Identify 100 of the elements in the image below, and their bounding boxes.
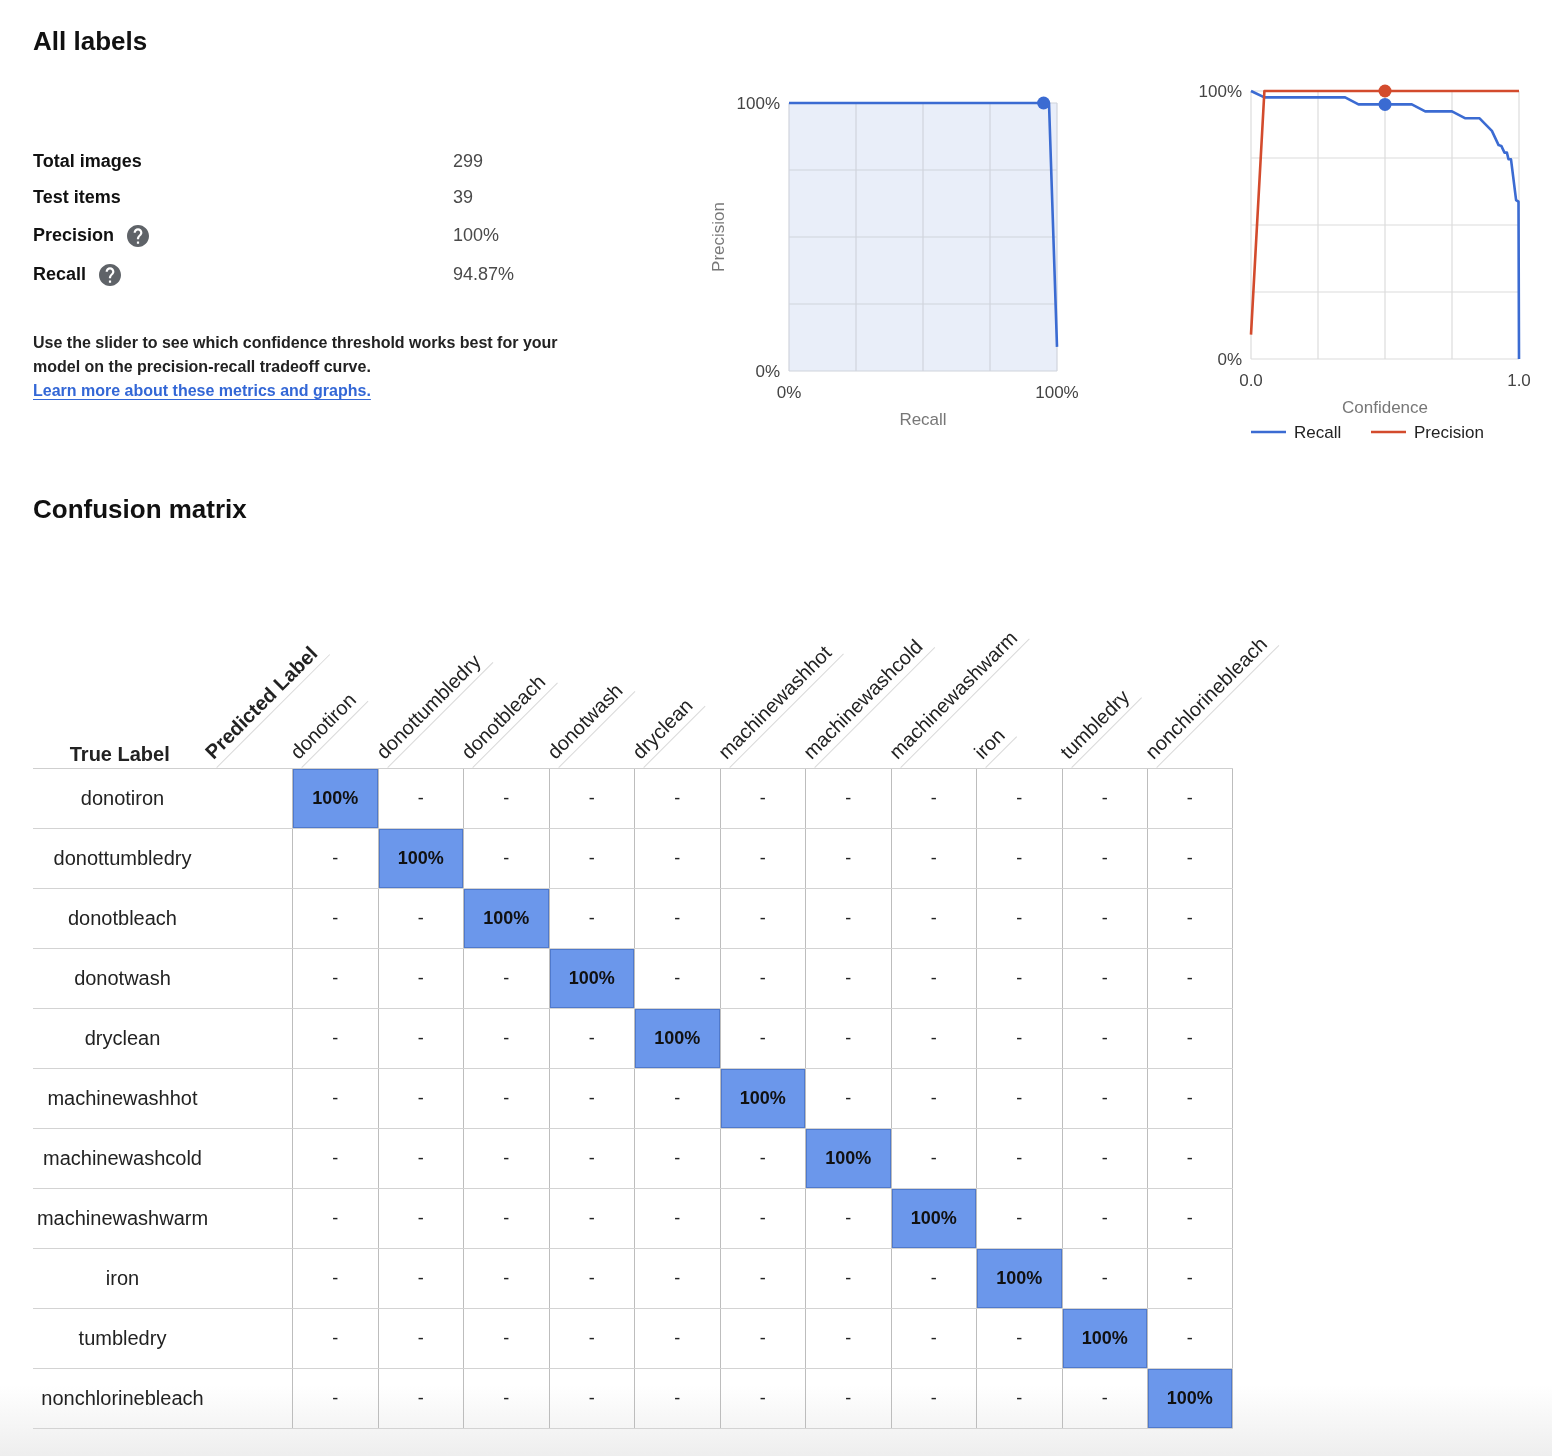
dot-marker-icon[interactable]: [1037, 96, 1051, 110]
matrix-cell: -: [890, 829, 976, 888]
matrix-cell: -: [634, 1129, 720, 1188]
matrix-cell: -: [292, 829, 378, 888]
axis-tick-label: 0%: [776, 383, 802, 402]
matrix-cell: -: [805, 1369, 891, 1428]
matrix-cell: 100%: [292, 769, 378, 828]
matrix-cell: -: [1147, 949, 1233, 1008]
matrix-cell: -: [719, 769, 805, 828]
matrix-cell: -: [463, 1309, 549, 1368]
matrix-cell: -: [634, 769, 720, 828]
section-title: All labels: [33, 25, 149, 57]
matrix-cell: -: [463, 1009, 549, 1068]
row-header: donotbleach: [67, 906, 178, 931]
matrix-cell: -: [292, 889, 378, 948]
matrix-cell: -: [1147, 889, 1233, 948]
matrix-cell: -: [890, 1069, 976, 1128]
matrix-cell: -: [890, 769, 976, 828]
matrix-cell: -: [1061, 1189, 1147, 1248]
legend-label: Precision: [1414, 423, 1484, 442]
matrix-cell: -: [890, 889, 976, 948]
matrix-cell: -: [377, 1009, 463, 1068]
row-header: iron: [104, 1266, 141, 1291]
matrix-cell: -: [1061, 1249, 1147, 1308]
matrix-cell: -: [548, 1129, 634, 1188]
matrix-cell: -: [719, 1249, 805, 1308]
matrix-cell: -: [1147, 769, 1233, 828]
row-header: nonchlorinebleach: [40, 1386, 205, 1411]
row-header: tumbledry: [77, 1326, 168, 1351]
matrix-cell: -: [1147, 1249, 1233, 1308]
axis-tick-label: 0.0: [1239, 371, 1263, 390]
axis-title: Confidence: [1342, 398, 1428, 417]
section-title: Confusion matrix: [33, 493, 247, 525]
axis-title: Precision: [709, 202, 728, 272]
matrix-cell: -: [292, 1009, 378, 1068]
metric-label: Total images: [33, 150, 142, 172]
matrix-cell: -: [548, 1189, 634, 1248]
axis-tick-label: 0%: [755, 362, 780, 381]
matrix-cell: -: [1061, 1069, 1147, 1128]
metric-value: 39: [453, 186, 474, 208]
matrix-cell: -: [463, 1369, 549, 1428]
row-header: dryclean: [83, 1026, 162, 1051]
matrix-cell: -: [634, 1249, 720, 1308]
matrix-cell: -: [634, 1069, 720, 1128]
matrix-cell: -: [548, 1249, 634, 1308]
matrix-cell: -: [976, 829, 1062, 888]
matrix-cell: -: [548, 1309, 634, 1368]
matrix-cell: -: [377, 1129, 463, 1188]
matrix-cell: -: [805, 769, 891, 828]
matrix-cell: -: [719, 1189, 805, 1248]
dot-marker-icon[interactable]: [1378, 84, 1392, 98]
matrix-cell: -: [805, 1009, 891, 1068]
matrix-cell: -: [548, 1369, 634, 1428]
matrix-cell: 100%: [719, 1069, 805, 1128]
matrix-cell: -: [377, 1069, 463, 1128]
matrix-cell: -: [805, 1309, 891, 1368]
dot-marker-icon[interactable]: [1378, 97, 1392, 111]
matrix-cell: -: [976, 1069, 1062, 1128]
matrix-cell: -: [890, 1309, 976, 1368]
matrix-cell: -: [1147, 1069, 1233, 1128]
matrix-cell: -: [1061, 829, 1147, 888]
axis-tick-label: 100%: [1035, 383, 1079, 402]
matrix-cell: -: [292, 1129, 378, 1188]
row-header: donotiron: [79, 786, 166, 811]
matrix-cell: -: [377, 769, 463, 828]
matrix-cell: -: [292, 1309, 378, 1368]
matrix-cell: -: [1061, 889, 1147, 948]
matrix-cell: -: [1147, 1129, 1233, 1188]
axis-tick-label: 1.0: [1507, 371, 1531, 390]
matrix-cell: -: [976, 1369, 1062, 1428]
metric-value: 94.87%: [453, 262, 515, 285]
matrix-cell: 100%: [976, 1249, 1062, 1308]
matrix-cell: -: [548, 889, 634, 948]
matrix-cell: -: [377, 1189, 463, 1248]
matrix-cell: -: [292, 1249, 378, 1308]
learn-more-link[interactable]: Learn more about these metrics and graphs.: [33, 379, 371, 403]
matrix-cell: 100%: [890, 1189, 976, 1248]
help-icon[interactable]: [127, 225, 150, 247]
matrix-cell: -: [463, 1249, 549, 1308]
help-icon[interactable]: [99, 264, 122, 286]
matrix-cell: -: [463, 769, 549, 828]
matrix-cell: -: [719, 1009, 805, 1068]
matrix-cell: -: [634, 1189, 720, 1248]
matrix-cell: 100%: [463, 889, 549, 948]
matrix-cell: -: [292, 1069, 378, 1128]
matrix-cell: -: [719, 889, 805, 948]
axis-tick-label: 100%: [736, 94, 780, 113]
matrix-cell: -: [292, 1369, 378, 1428]
matrix-cell: -: [634, 889, 720, 948]
row-header: machinewashhot: [46, 1086, 199, 1111]
matrix-cell: 100%: [548, 949, 634, 1008]
matrix-cell: -: [463, 1069, 549, 1128]
matrix-cell: -: [976, 889, 1062, 948]
matrix-cell: -: [976, 769, 1062, 828]
matrix-cell: -: [548, 769, 634, 828]
matrix-cell: -: [463, 829, 549, 888]
matrix-cell: -: [634, 829, 720, 888]
row-header: machinewashwarm: [35, 1206, 210, 1231]
matrix-cell: -: [377, 1249, 463, 1308]
matrix-cell: -: [1061, 769, 1147, 828]
